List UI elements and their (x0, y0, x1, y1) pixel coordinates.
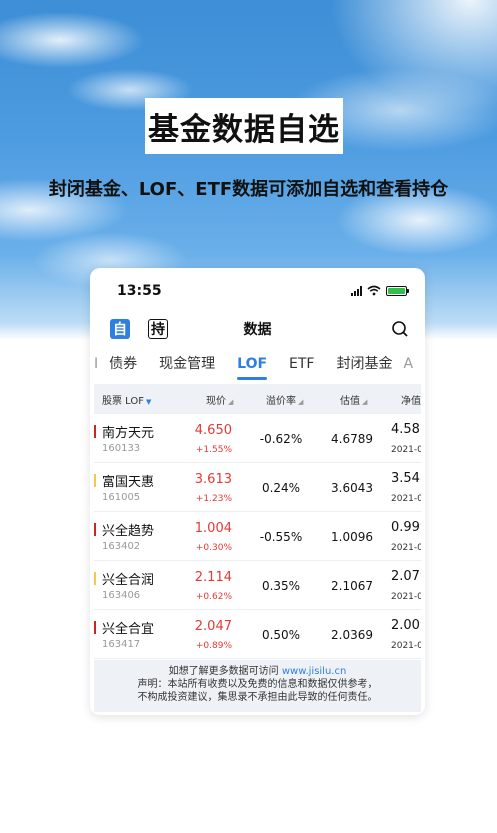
footer-line3: 不构成投资建议，集思录不承担由此导致的任何责任。 (137, 692, 378, 703)
fund-nav-date: 2021-05 (391, 592, 421, 602)
fund-name: 兴全合润 (102, 573, 155, 588)
col-nav-label: 净值 (401, 395, 421, 407)
fund-price: 2.114 (194, 570, 232, 585)
col-price-header[interactable]: 现价 ◢ (206, 392, 233, 407)
fund-change: +1.23% (195, 494, 232, 504)
fund-nav: 4.588 (391, 422, 421, 437)
status-time: 13:55 (117, 283, 162, 299)
col-nav-header[interactable]: 净值 (401, 392, 421, 407)
fund-premium: 0.35% (261, 579, 301, 593)
fund-nav-date: 2021-05 (391, 543, 421, 553)
fund-nav: 3.548 (391, 471, 421, 486)
sort-icon: ◢ (362, 397, 368, 406)
fund-premium: -0.55% (259, 530, 303, 544)
table-row[interactable]: 南方天元 160133 4.650 +1.55% -0.62% 4.6789 4… (94, 414, 421, 463)
fund-change: +0.30% (195, 543, 232, 553)
tab-partial-right[interactable]: A (403, 356, 413, 372)
fund-estimate: 3.6043 (331, 481, 373, 495)
fund-name: 南方天元 (102, 426, 155, 441)
status-bar: 13:55 (90, 268, 425, 314)
fund-nav-date: 2021-05 (391, 445, 421, 455)
table-row[interactable]: 兴全趋势 163402 1.004 +0.30% -0.55% 1.0096 0… (94, 512, 421, 561)
site-link[interactable]: www.jisilu.cn (282, 666, 346, 677)
fund-change: +0.62% (195, 592, 232, 602)
fund-code: 163417 (102, 639, 141, 650)
wifi-icon (367, 285, 381, 296)
footer-line2: 声明：本站所有收费以及免费的信息和数据仅供参考， (137, 679, 378, 690)
fund-code: 160133 (102, 443, 141, 454)
table-row[interactable]: 兴全合宜 163417 2.047 +0.89% 0.50% 2.0369 2.… (94, 610, 421, 659)
promo-subtitle: 封闭基金、LOF、ETF数据可添加自选和查看持仓 (48, 179, 449, 200)
sort-down-icon: ▼ (146, 397, 152, 406)
row-marker (94, 474, 96, 487)
tab-closed-funds[interactable]: 封闭基金 (325, 344, 403, 384)
table-row[interactable]: 兴全合润 163406 2.114 +0.62% 0.35% 2.1067 2.… (94, 561, 421, 610)
tab-etf[interactable]: ETF (278, 344, 325, 384)
fund-nav: 0.999 (391, 520, 421, 535)
col-premium-header[interactable]: 溢价率 ◢ (266, 392, 303, 407)
fund-estimate: 1.0096 (331, 530, 373, 544)
fund-nav: 2.079 (391, 569, 421, 584)
tab-bonds[interactable]: 债券 (98, 344, 148, 384)
signal-icon (351, 285, 362, 296)
fund-code: 163402 (102, 541, 141, 552)
app-bar: 自 持 数据 (90, 314, 425, 344)
table-header: 股票 LOF ▼ 现价 ◢ 溢价率 ◢ 估值 ◢ 净值 (94, 384, 421, 414)
category-tabs: I 债券 现金管理 LOF ETF 封闭基金 A (90, 344, 425, 384)
table-row[interactable]: 富国天惠 161005 3.613 +1.23% 0.24% 3.6043 3.… (94, 463, 421, 512)
footer-prefix: 如想了解更多数据可访问 (168, 666, 279, 677)
tab-lof[interactable]: LOF (226, 344, 278, 384)
fund-estimate: 2.0369 (331, 628, 373, 642)
fund-name: 富国天惠 (102, 475, 155, 490)
fund-nav-date: 2021-05 (391, 641, 421, 651)
fund-premium: -0.62% (259, 432, 303, 446)
fund-code: 161005 (102, 492, 141, 503)
col-name-header[interactable]: 股票 LOF ▼ (102, 392, 151, 407)
fund-change: +1.55% (195, 445, 232, 455)
fund-price: 1.004 (194, 521, 232, 536)
phone-screen: 13:55 自 持 数据 I 债券 现金管理 LOF ETF 封闭基金 A 股票… (90, 268, 425, 715)
fund-name: 兴全趋势 (102, 524, 155, 539)
disclaimer-footer: 如想了解更多数据可访问 www.jisilu.cn 声明：本站所有收费以及免费的… (94, 660, 421, 712)
fund-premium: 0.24% (261, 481, 301, 495)
fund-change: +0.89% (195, 641, 232, 651)
fund-name: 兴全合宜 (102, 622, 155, 637)
fund-price: 2.047 (194, 619, 232, 634)
sort-icon: ◢ (298, 397, 304, 406)
col-estimate-label: 估值 (340, 395, 360, 407)
headline-box: 基金数据自选 (145, 98, 343, 154)
col-price-label: 现价 (206, 395, 226, 407)
fund-nav: 2.009 (391, 618, 421, 633)
fund-table: 股票 LOF ▼ 现价 ◢ 溢价率 ◢ 估值 ◢ 净值 南方天元 160133 4.65… (94, 384, 421, 659)
col-premium-label: 溢价率 (266, 395, 296, 407)
battery-icon (386, 285, 409, 296)
page-title: 数据 (243, 322, 272, 338)
sort-icon: ◢ (228, 397, 234, 406)
promo-headline: 基金数据自选 (148, 111, 340, 148)
fund-price: 3.613 (194, 472, 232, 487)
row-marker (94, 523, 96, 536)
row-marker (94, 572, 96, 585)
tab-cash-management[interactable]: 现金管理 (148, 344, 226, 384)
footer-line1: 如想了解更多数据可访问 www.jisilu.cn (94, 665, 421, 678)
status-icons (351, 285, 409, 296)
row-marker (94, 621, 96, 634)
col-estimate-header[interactable]: 估值 ◢ (340, 392, 367, 407)
col-name-label: 股票 LOF (102, 395, 145, 407)
fund-nav-date: 2021-05 (391, 494, 421, 504)
fund-code: 163406 (102, 590, 141, 601)
row-marker (94, 425, 96, 438)
search-icon[interactable] (391, 320, 409, 338)
fund-premium: 0.50% (261, 628, 301, 642)
fund-price: 4.650 (194, 423, 232, 438)
fund-estimate: 2.1067 (331, 579, 373, 593)
fund-estimate: 4.6789 (331, 432, 373, 446)
